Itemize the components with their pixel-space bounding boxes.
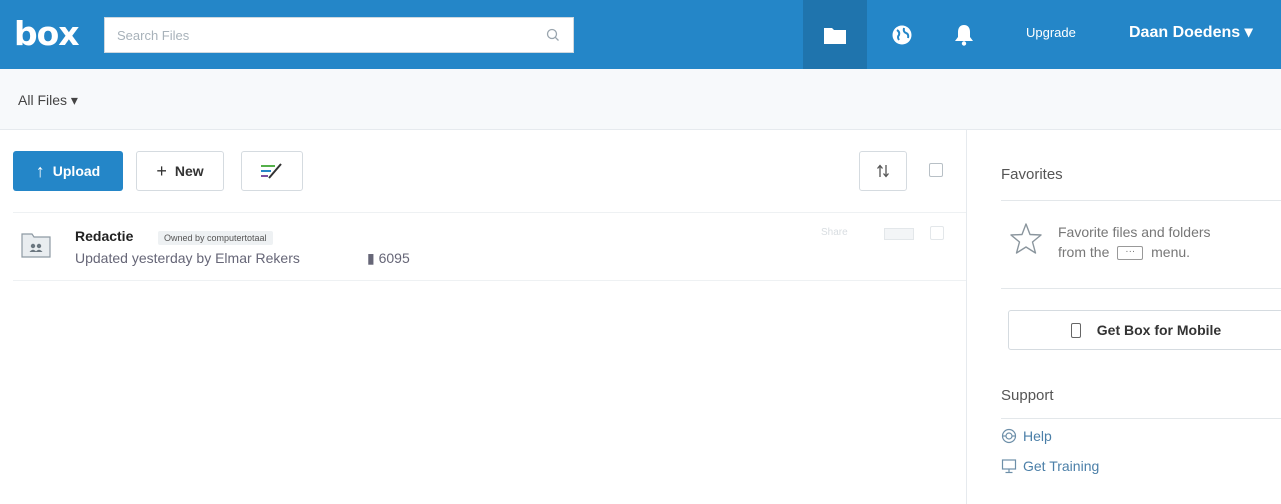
phone-icon <box>1070 322 1081 338</box>
shared-folder-icon <box>21 233 51 258</box>
box-logo[interactable]: box <box>14 16 80 52</box>
new-button[interactable]: + New <box>136 151 224 191</box>
plus-icon: + <box>156 160 167 181</box>
notes-icon <box>261 163 282 179</box>
row-checkbox[interactable] <box>930 226 944 240</box>
breadcrumb-all-files[interactable]: All Files ▾ <box>18 92 78 109</box>
upgrade-link[interactable]: Upgrade <box>1026 25 1076 40</box>
bell-icon <box>955 24 973 46</box>
breadcrumb-bar: All Files ▾ <box>0 69 1281 130</box>
owner-badge: Owned by computertotaal <box>158 231 273 245</box>
box-notes-button[interactable] <box>241 151 303 191</box>
globe-nav-button[interactable] <box>870 0 934 69</box>
search-icon[interactable] <box>545 27 561 43</box>
globe-icon <box>892 25 912 44</box>
support-title: Support <box>1001 387 1054 404</box>
file-row[interactable]: Redactie Owned by computertotaal Updated… <box>13 213 966 281</box>
new-label: New <box>174 163 204 179</box>
user-menu[interactable]: Daan Doedens ▾ <box>1129 22 1253 42</box>
get-training-label: Get Training <box>1023 458 1100 474</box>
get-training-link[interactable]: Get Training <box>1001 458 1099 474</box>
search-input[interactable] <box>105 18 535 52</box>
more-options-button[interactable] <box>884 228 914 240</box>
divider <box>1001 200 1281 201</box>
sort-icon <box>877 164 889 178</box>
search-box[interactable] <box>104 17 574 53</box>
favorites-hint: Favorite files and folders from the ··· … <box>1058 222 1268 262</box>
folder-icon <box>824 27 846 44</box>
upload-button[interactable]: ↑ Upload <box>13 151 123 191</box>
share-button[interactable]: Share <box>821 227 848 238</box>
select-all-checkbox[interactable] <box>929 163 943 177</box>
upload-label: Upload <box>52 163 101 179</box>
file-count: ▮ 6095 <box>367 250 410 267</box>
favorites-hint-line1: Favorite files and folders <box>1058 224 1211 240</box>
more-menu-icon: ··· <box>1117 246 1144 261</box>
help-label: Help <box>1023 428 1052 444</box>
help-link[interactable]: Help <box>1001 428 1052 444</box>
sort-button[interactable] <box>859 151 907 191</box>
divider <box>1001 288 1281 289</box>
training-icon <box>1001 459 1017 474</box>
file-updated-info: Updated yesterday by Elmar Rekers <box>75 250 300 266</box>
favorites-title: Favorites <box>1001 166 1063 183</box>
divider <box>1001 418 1281 419</box>
files-nav-button[interactable] <box>803 0 867 69</box>
file-name[interactable]: Redactie <box>75 228 133 244</box>
favorites-hint-line2: from the ··· menu. <box>1058 242 1268 262</box>
star-icon <box>1010 223 1042 254</box>
file-count-icon: ▮ <box>367 250 375 266</box>
get-box-for-mobile-label: Get Box for Mobile <box>1096 322 1222 338</box>
right-sidebar: Favorites Favorite files and folders fro… <box>966 130 1281 504</box>
notifications-nav-button[interactable] <box>932 0 996 69</box>
lifebuoy-icon <box>1001 428 1017 444</box>
favorites-hint-menu: menu. <box>1151 244 1191 260</box>
file-count-value: 6095 <box>378 250 410 266</box>
get-box-for-mobile-button[interactable]: Get Box for Mobile <box>1008 310 1281 350</box>
favorites-hint-from: from the <box>1058 244 1110 260</box>
arrow-up-icon: ↑ <box>35 160 45 181</box>
top-bar: box Upgrade Daan Doedens ▾ <box>0 0 1281 69</box>
